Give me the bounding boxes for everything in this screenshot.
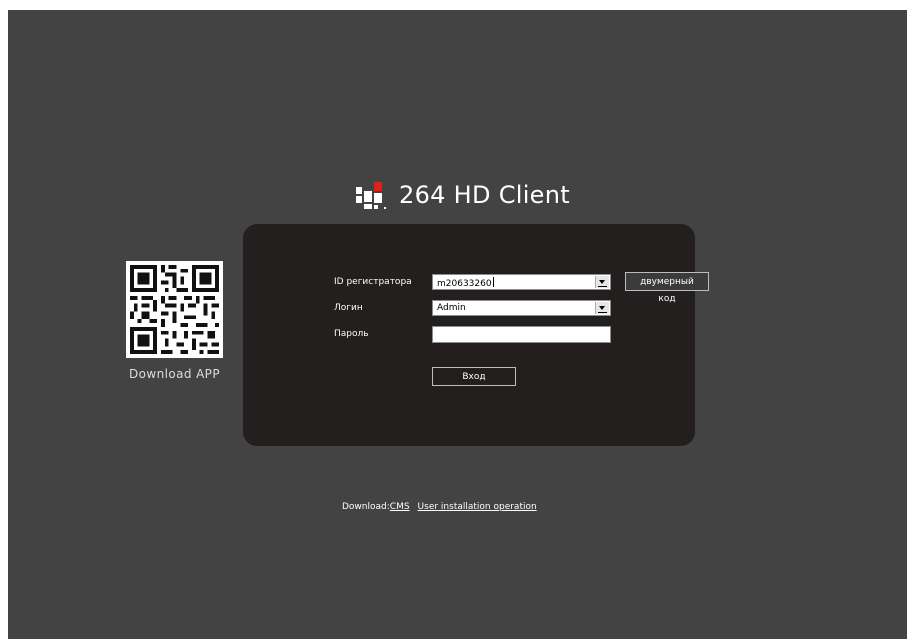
device-id-select[interactable]: m20633260 <box>432 274 611 290</box>
qr-code-button[interactable]: двумерный код <box>625 272 709 304</box>
qr-code-image <box>126 261 223 358</box>
login-button[interactable]: Вход <box>432 367 516 386</box>
password-label: Пароль <box>334 329 369 339</box>
app-header: 264 HD Client <box>355 178 570 212</box>
password-field[interactable] <box>432 326 611 343</box>
login-label: Логин <box>334 303 363 313</box>
login-value: Admin <box>437 303 466 313</box>
login-select[interactable]: Admin <box>432 300 611 316</box>
download-app-caption: Download APP <box>129 367 220 381</box>
cms-download-link[interactable]: CMS <box>390 502 410 512</box>
user-installation-link[interactable]: User installation operation <box>418 502 537 512</box>
brand-logo-icon <box>356 182 386 209</box>
qr-code-icon <box>126 261 223 358</box>
text-cursor <box>492 277 494 287</box>
chevron-down-icon[interactable] <box>595 302 609 314</box>
chevron-down-icon[interactable] <box>595 276 609 288</box>
device-id-label: ID регистратора <box>334 277 412 287</box>
footer-links: Download:CMS User installation operation <box>342 502 537 512</box>
app-title: 264 HD Client <box>399 181 570 209</box>
download-prefix: Download: <box>342 502 390 512</box>
device-id-value: m20633260 <box>437 277 494 289</box>
